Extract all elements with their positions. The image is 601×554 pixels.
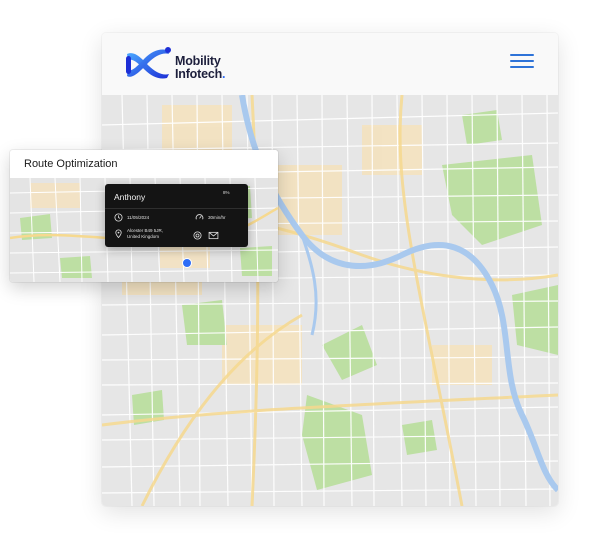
speed-value: 30min/hr bbox=[208, 215, 226, 220]
panel-header: Route Optimization bbox=[10, 150, 278, 179]
top-navigation-bar: Mobility Infotech. bbox=[102, 33, 558, 95]
vehicle-location-marker[interactable] bbox=[182, 258, 192, 268]
hamburger-menu-icon[interactable] bbox=[510, 54, 534, 72]
panel-title: Route Optimization bbox=[24, 158, 118, 170]
location-pin-icon bbox=[115, 229, 122, 238]
mail-icon[interactable] bbox=[208, 231, 219, 240]
driver-info-card[interactable]: Anthony 8% 11/05/2024 30min/hr Alcester … bbox=[105, 184, 248, 247]
brand-name: Mobility Infotech. bbox=[175, 55, 226, 81]
camera-icon[interactable] bbox=[193, 231, 202, 240]
route-optimization-panel: Route Optimization Anthony 8% 11/05/2024… bbox=[10, 150, 278, 282]
speedometer-icon bbox=[195, 214, 204, 220]
brand-name-line2: Infotech bbox=[175, 67, 223, 81]
address-line2: United Kingdom bbox=[127, 234, 160, 239]
date-value: 11/05/2024 bbox=[127, 215, 150, 220]
driver-name: Anthony bbox=[114, 192, 146, 202]
address-line1: Alcester B49 5JR, bbox=[127, 228, 164, 233]
card-divider bbox=[105, 208, 248, 209]
mobility-infotech-logo-icon bbox=[126, 47, 171, 79]
clock-icon bbox=[114, 213, 123, 222]
battery-level: 8% bbox=[223, 190, 230, 195]
brand-dot: . bbox=[222, 67, 226, 81]
